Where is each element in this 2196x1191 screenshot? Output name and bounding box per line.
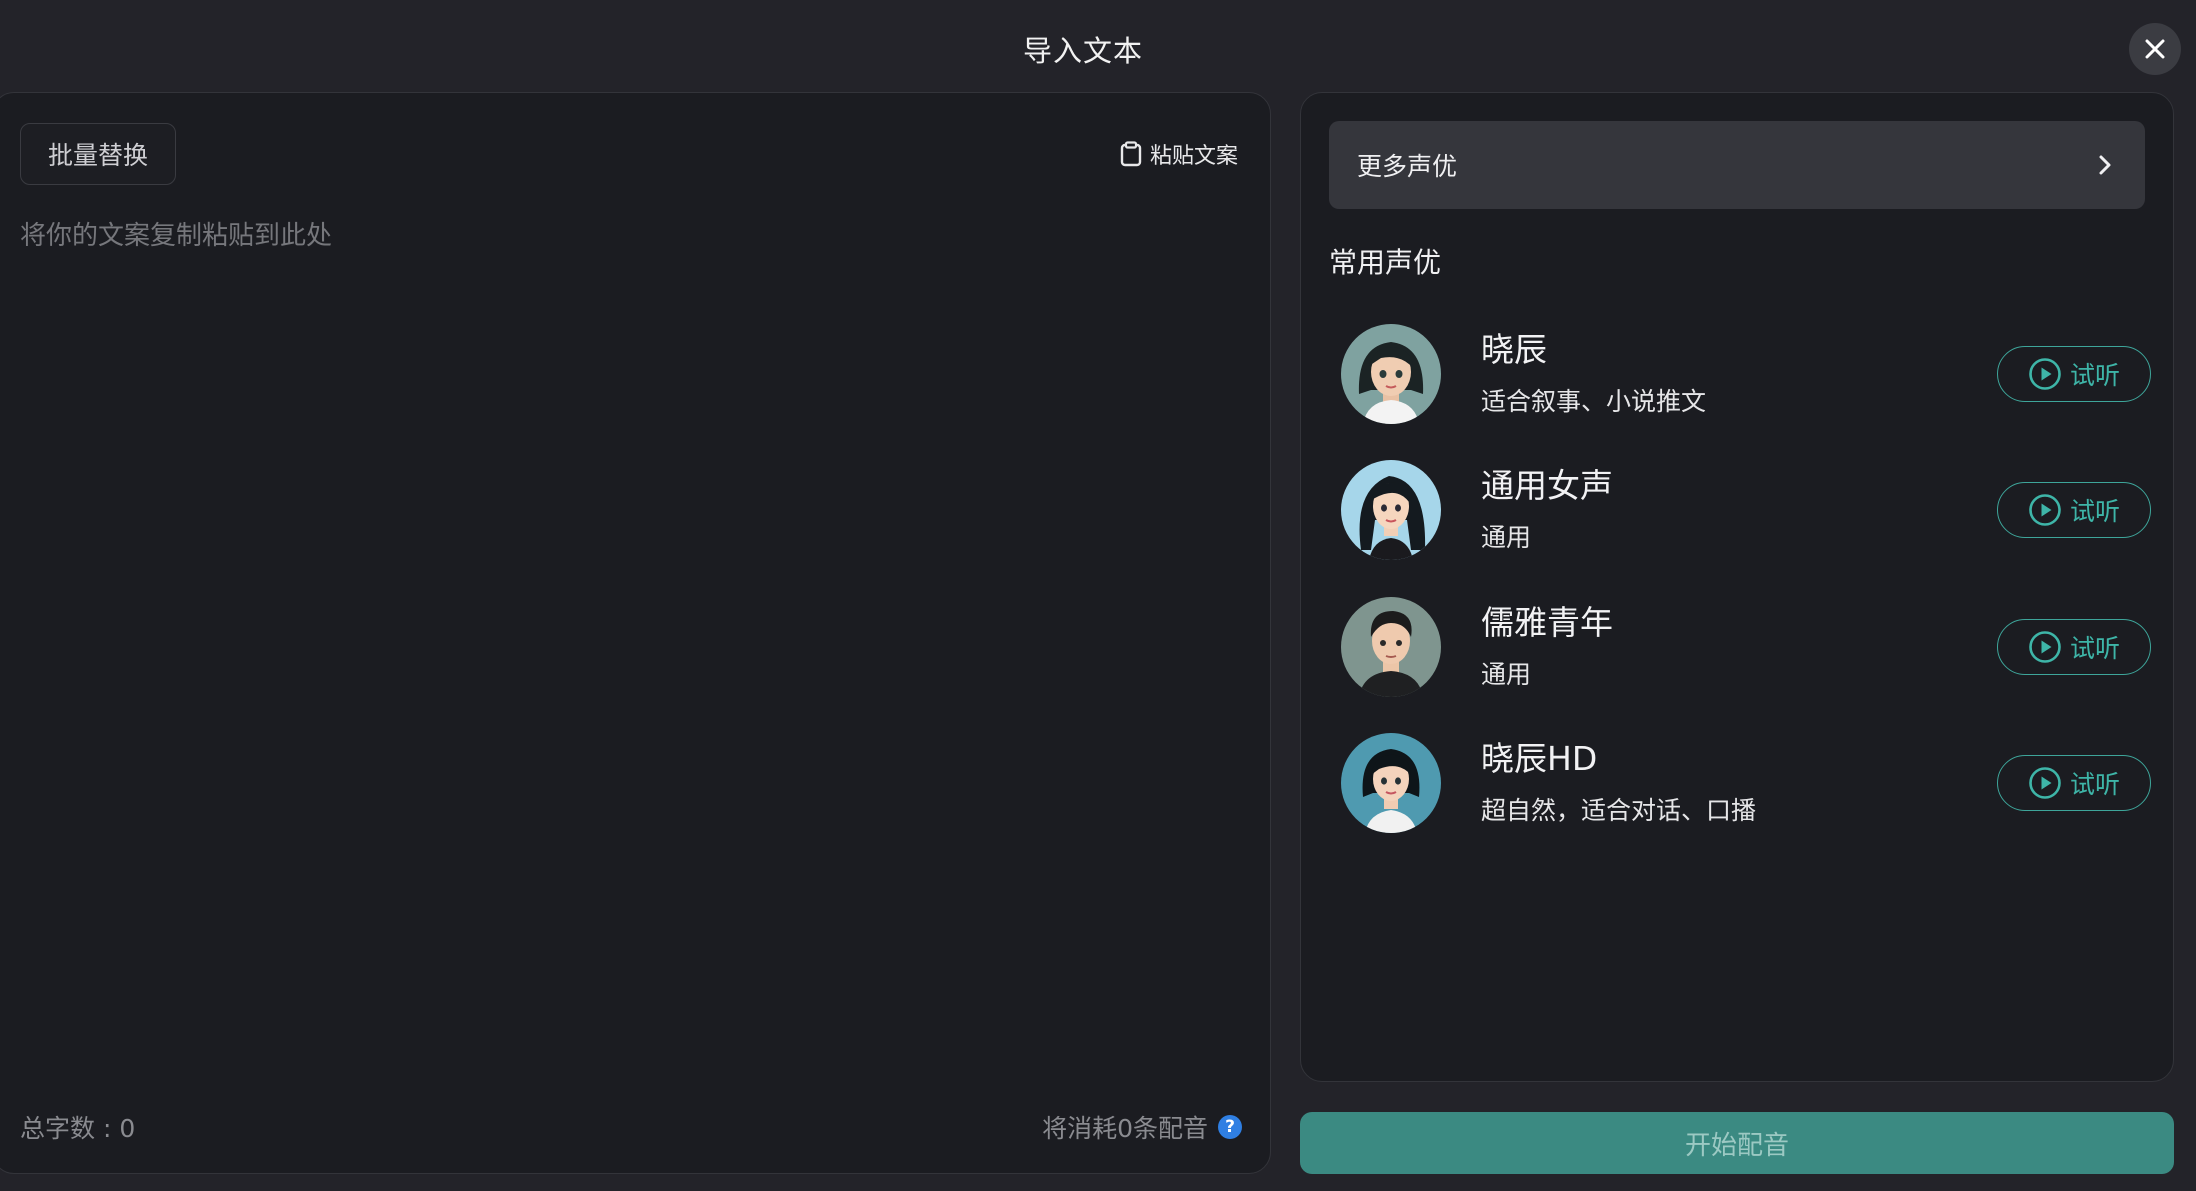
voice-info: 晓辰 适合叙事、小说推文 [1481,330,1997,418]
play-icon [2029,494,2061,526]
clipboard-icon [1120,141,1142,167]
listen-label: 试听 [2069,770,2120,799]
close-button[interactable] [2129,23,2181,75]
consume-info: 将消耗0条配音 ? [1042,1109,1242,1145]
start-dubbing-button[interactable]: 开始配音 [1300,1112,2174,1174]
paste-text-button[interactable]: 粘贴文案 [1120,137,1238,171]
voice-name: 儒雅青年 [1481,603,1613,643]
listen-button[interactable]: 试听 [1997,346,2151,402]
close-icon [2145,39,2165,59]
script-textarea[interactable] [20,215,1240,1065]
play-icon [2029,767,2061,799]
voice-desc: 超自然，适合对话、口播 [1481,795,1757,825]
voice-item[interactable]: 儒雅青年 通用 试听 [1341,597,2151,697]
voice-item[interactable]: 通用女声 通用 试听 [1341,460,2151,560]
listen-button[interactable]: 试听 [1997,482,2151,538]
more-voices-button[interactable]: 更多声优 [1329,121,2145,209]
dialog-title: 导入文本 [1022,34,1143,68]
voice-avatar [1341,324,1441,424]
voice-name: 晓辰HD [1481,739,1598,779]
paste-text-label: 粘贴文案 [1149,144,1238,169]
voice-desc: 通用 [1481,659,1532,689]
listen-label: 试听 [2069,634,2120,663]
voice-panel: 更多声优 常用声优 晓辰 适合叙事、小说推文 试听 通用女声 通用 试听 儒雅青… [1300,92,2174,1082]
voice-name: 晓辰 [1481,330,1547,370]
voice-info: 晓辰HD 超自然，适合对话、口播 [1481,739,1997,827]
listen-button[interactable]: 试听 [1997,619,2151,675]
voice-info: 通用女声 通用 [1481,466,1997,554]
listen-button[interactable]: 试听 [1997,755,2151,811]
voice-item[interactable]: 晓辰HD 超自然，适合对话、口播 试听 [1341,733,2151,833]
play-icon [2029,358,2061,390]
help-icon[interactable]: ? [1218,1115,1242,1139]
voice-desc: 通用 [1481,522,1532,552]
batch-replace-button[interactable]: 批量替换 [20,123,176,185]
word-count: 总字数 : 0 [20,1114,136,1143]
voice-avatar [1341,460,1441,560]
common-voices-title: 常用声优 [1329,246,1442,279]
chevron-right-icon [2099,155,2111,175]
voice-avatar [1341,597,1441,697]
text-input-panel: 批量替换 粘贴文案 总字数 : 0 将消耗0条配音 ? [0,92,1271,1174]
voice-avatar [1341,733,1441,833]
voice-item[interactable]: 晓辰 适合叙事、小说推文 试听 [1341,324,2151,424]
voice-desc: 适合叙事、小说推文 [1481,386,1707,416]
more-voices-label: 更多声优 [1357,152,1458,181]
voice-info: 儒雅青年 通用 [1481,603,1997,691]
listen-label: 试听 [2069,361,2120,390]
consume-label: 将消耗0条配音 [1042,1114,1208,1143]
voice-name: 通用女声 [1481,466,1613,506]
listen-label: 试听 [2069,497,2120,526]
play-icon [2029,631,2061,663]
